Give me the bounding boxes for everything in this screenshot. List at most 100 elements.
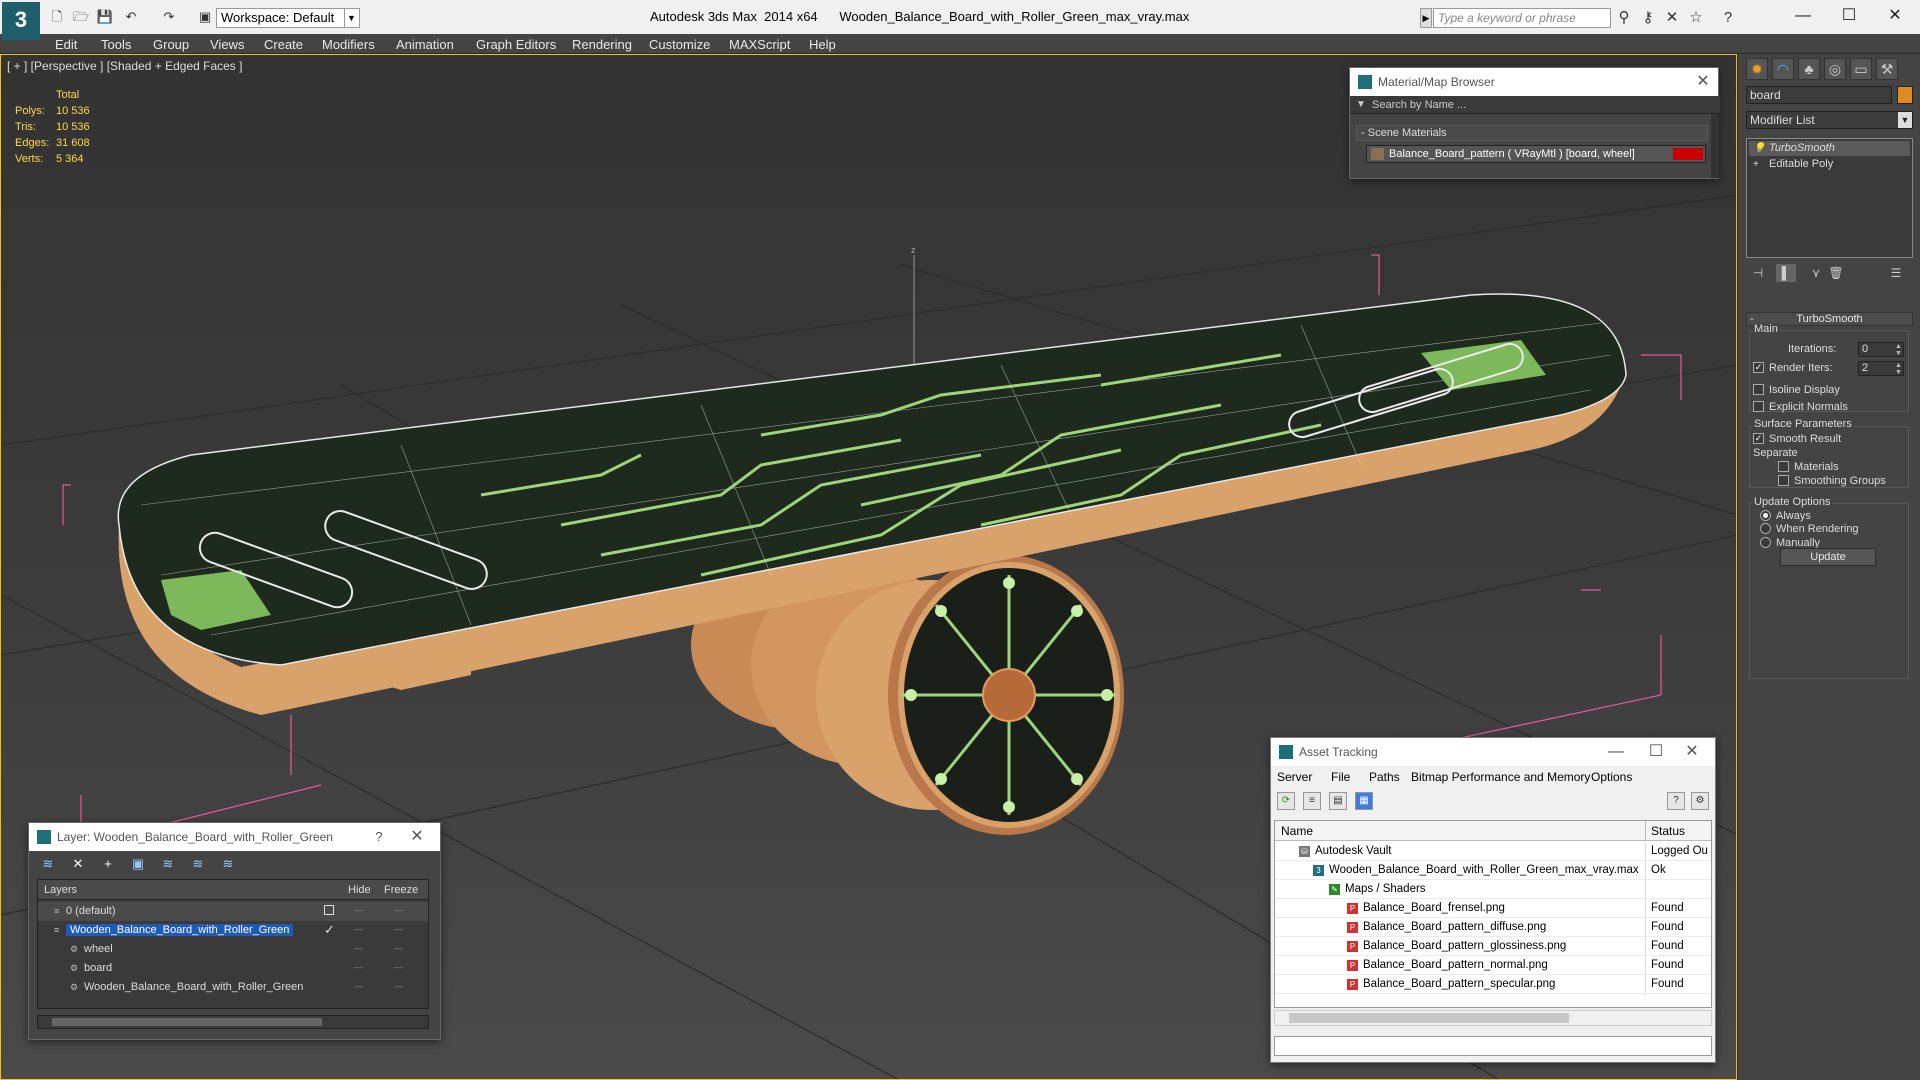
detail-view-icon[interactable]: ▤ (1329, 792, 1347, 810)
lightbulb-icon[interactable]: 💡 (1753, 141, 1765, 156)
minimize-icon[interactable]: — (1601, 738, 1631, 766)
table-row[interactable]: P Balance_Board_pattern_glossiness.png Fou… (1275, 937, 1711, 956)
menu-rendering[interactable]: Rendering (572, 37, 632, 52)
hierarchy-tab-icon[interactable]: ♣ (1798, 58, 1820, 80)
current-layer-box[interactable] (324, 905, 334, 915)
hide-toggle[interactable]: ― (354, 962, 363, 972)
table-row[interactable]: P Balance_Board_pattern_diffuse.png Found (1275, 918, 1711, 937)
stack-item-editable-poly[interactable]: + Editable Poly (1749, 157, 1910, 172)
delete-layer-icon[interactable]: ✕ (69, 855, 87, 873)
scene-materials-section[interactable]: - Scene Materials (1356, 125, 1708, 141)
new-layer-icon[interactable]: ≋ (39, 855, 57, 873)
viewport-label[interactable]: [ + ] [Perspective ] [Shaded + Edged Fac… (7, 59, 242, 73)
keyword-search-input[interactable]: Type a keyword or phrase (1433, 8, 1611, 28)
layer-row[interactable]: ⚙ wheel ― ― (38, 940, 428, 959)
select-objects-icon[interactable]: ▣ (129, 855, 147, 873)
scrollbar-thumb[interactable] (52, 1018, 322, 1026)
undo-icon[interactable]: ↶ (122, 8, 140, 26)
modifier-list-dropdown[interactable]: Modifier List ▼ (1746, 111, 1913, 129)
hide-toggle[interactable]: ― (354, 943, 363, 953)
asset-menu-file[interactable]: File (1331, 770, 1350, 784)
freeze-all-icon[interactable]: ≋ (219, 855, 237, 873)
configure-modifier-sets-icon[interactable]: ☰ (1886, 264, 1906, 282)
save-file-icon[interactable]: 💾 (96, 8, 114, 26)
modify-tab-icon[interactable]: ◠ (1772, 58, 1794, 80)
freeze-toggle[interactable]: ― (394, 924, 403, 934)
menu-create[interactable]: Create (264, 37, 303, 52)
always-radio[interactable] (1760, 510, 1771, 521)
help-icon[interactable]: ? (1718, 8, 1738, 28)
app-logo-icon[interactable]: 3 (2, 2, 40, 40)
chevron-down-icon[interactable]: ▼ (344, 8, 358, 28)
freeze-toggle[interactable]: ― (394, 905, 403, 915)
spinner-arrows-icon[interactable]: ▲ ▼ (1895, 362, 1903, 376)
table-view-icon[interactable]: ▦ (1355, 792, 1373, 810)
project-folder-icon[interactable]: ▣ (196, 8, 214, 26)
iterations-spinner[interactable]: 0 ▲ ▼ (1858, 342, 1904, 357)
display-tab-icon[interactable]: ▭ (1850, 58, 1872, 80)
menu-help[interactable]: Help (809, 37, 836, 52)
asset-menu-options[interactable]: Options (1591, 770, 1632, 784)
column-layers[interactable]: Layers (44, 884, 77, 896)
hide-toggle[interactable]: ― (354, 924, 363, 934)
maximize-icon[interactable]: ☐ (1641, 738, 1671, 766)
hide-toggle[interactable]: ― (354, 981, 363, 991)
hide-all-icon[interactable]: ≋ (189, 855, 207, 873)
tools-icon[interactable]: ✕ (1662, 8, 1682, 28)
refresh-icon[interactable]: ⟳ (1277, 792, 1295, 810)
stack-item-turbosmooth[interactable]: 💡 TurboSmooth (1749, 141, 1910, 156)
isoline-display-checkbox[interactable] (1753, 384, 1764, 395)
menu-graph-editors[interactable]: Graph Editors (476, 37, 556, 52)
chevron-down-icon[interactable]: ▼ (1898, 112, 1912, 128)
column-hide[interactable]: Hide (348, 884, 371, 896)
utilities-tab-icon[interactable]: ⚒ (1876, 58, 1898, 80)
freeze-toggle[interactable]: ― (394, 962, 403, 972)
close-icon[interactable]: ✕ (1688, 68, 1718, 96)
menu-animation[interactable]: Animation (396, 37, 454, 52)
pin-stack-icon[interactable]: ⊣ (1748, 264, 1768, 282)
render-iters-spinner[interactable]: 2 ▲ ▼ (1858, 361, 1904, 376)
column-name[interactable]: Name (1281, 824, 1313, 838)
table-row[interactable]: ✎ Maps / Shaders (1275, 880, 1711, 899)
update-button[interactable]: Update (1780, 548, 1876, 566)
help-icon[interactable]: ? (1667, 792, 1685, 810)
column-divider[interactable] (1645, 821, 1646, 841)
when-rendering-radio[interactable] (1760, 523, 1771, 534)
smooth-result-checkbox[interactable]: ✓ (1753, 433, 1764, 444)
smoothing-groups-checkbox[interactable] (1778, 475, 1789, 486)
make-unique-icon[interactable]: ⋎ (1806, 264, 1826, 282)
asset-menu-paths[interactable]: Paths (1369, 770, 1400, 784)
material-scrollbar[interactable] (1711, 114, 1719, 178)
key-icon[interactable]: ⚷ (1638, 8, 1658, 28)
menu-views[interactable]: Views (210, 37, 244, 52)
maximize-icon[interactable]: ☐ (1826, 2, 1872, 32)
menu-edit[interactable]: Edit (55, 37, 77, 52)
settings-icon[interactable]: ⚙ (1691, 792, 1709, 810)
list-view-icon[interactable]: ≡ (1303, 792, 1321, 810)
remove-modifier-icon[interactable]: 🗑 (1826, 264, 1846, 282)
table-row[interactable]: P Balance_Board_frensel.png Found (1275, 899, 1711, 918)
material-item[interactable]: Balance_Board_pattern ( VRayMtl ) [board… (1366, 145, 1706, 163)
materials-checkbox[interactable] (1778, 461, 1789, 472)
object-color-swatch[interactable] (1897, 86, 1913, 104)
add-to-layer-icon[interactable]: + (99, 855, 117, 873)
object-name-input[interactable]: board (1746, 86, 1892, 104)
close-icon[interactable]: ✕ (1677, 738, 1707, 766)
workspace-dropdown[interactable]: Workspace: Default (216, 8, 360, 28)
motion-tab-icon[interactable]: ◎ (1824, 58, 1846, 80)
asset-menu-bitmap-performance[interactable]: Bitmap Performance and Memory (1411, 770, 1590, 784)
checkmark-icon[interactable]: ✓ (324, 922, 335, 938)
menu-maxscript[interactable]: MAXScript (729, 37, 790, 52)
column-freeze[interactable]: Freeze (384, 884, 418, 896)
layer-row[interactable]: ≡ 0 (default) ― ― (38, 902, 428, 921)
minimize-icon[interactable]: — (1780, 2, 1826, 32)
spinner-arrows-icon[interactable]: ▲ ▼ (1895, 343, 1903, 357)
explicit-normals-checkbox[interactable] (1753, 401, 1764, 412)
help-icon[interactable]: ? (364, 823, 394, 851)
menu-tools[interactable]: Tools (101, 37, 131, 52)
binoculars-icon[interactable]: ⚲ (1614, 8, 1634, 28)
search-expand-icon[interactable]: ▶ (1420, 8, 1432, 28)
manually-radio[interactable] (1760, 537, 1771, 548)
render-iters-checkbox[interactable]: ✓ (1753, 362, 1764, 373)
layer-row[interactable]: ≡ Wooden_Balance_Board_with_Roller_Green ✓… (38, 921, 428, 940)
